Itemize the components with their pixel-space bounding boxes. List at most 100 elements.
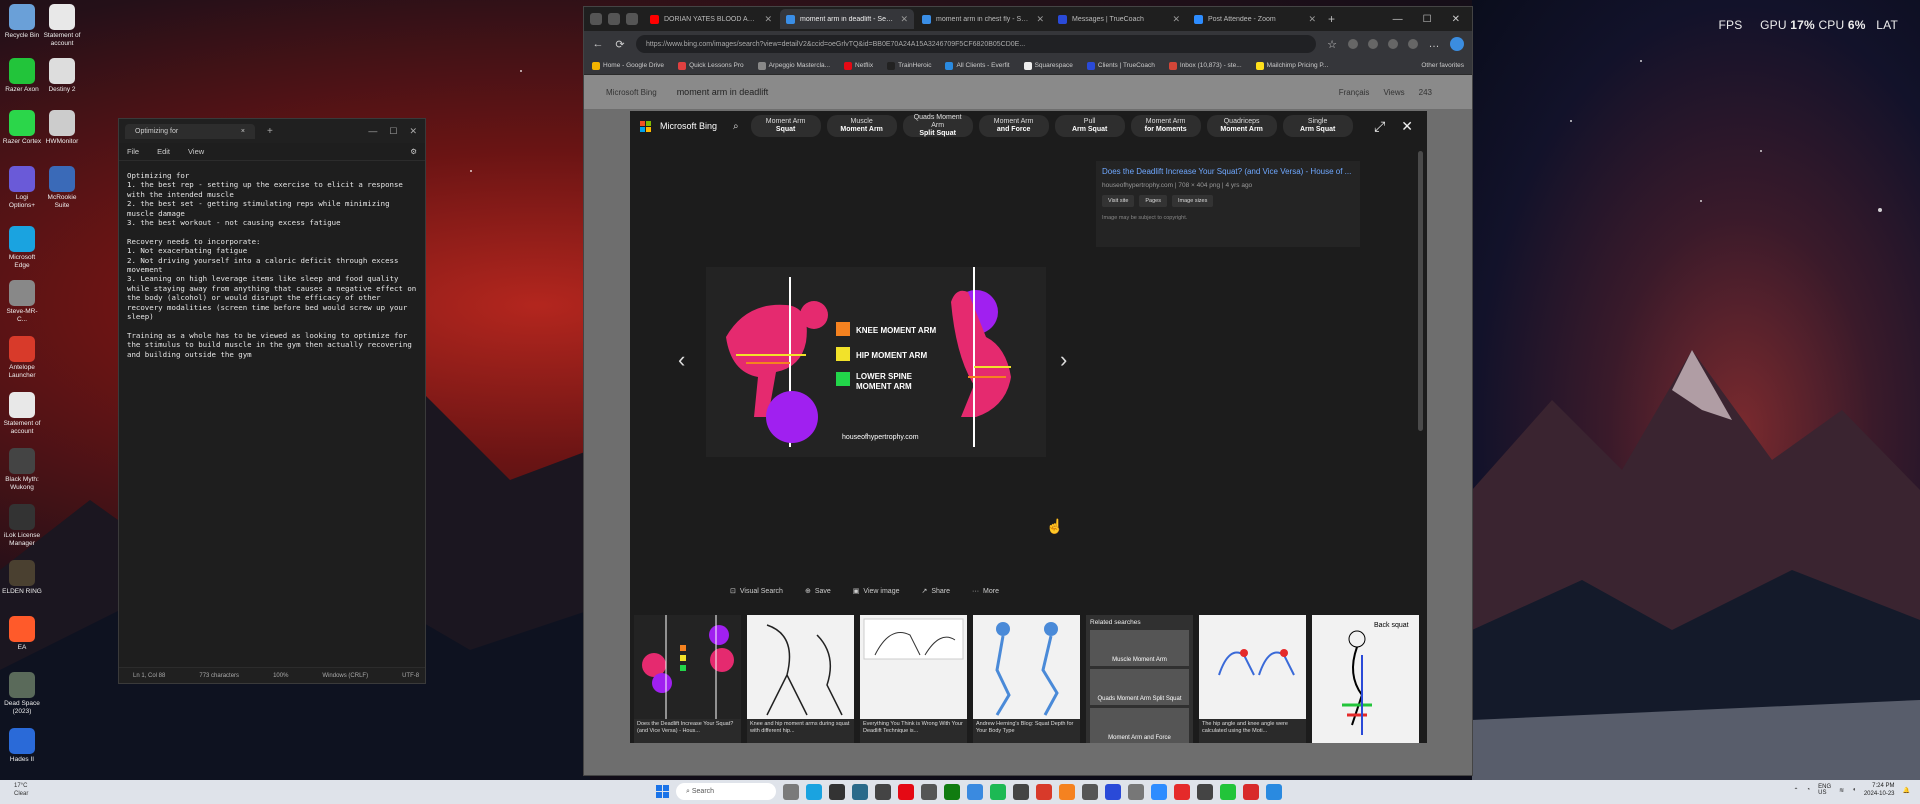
maximize-icon[interactable]: ☐ xyxy=(1423,14,1432,25)
notepad-titlebar[interactable]: Optimizing for × + — ☐ ✕ xyxy=(119,119,425,143)
notepad-tab[interactable]: Optimizing for × xyxy=(125,123,255,139)
zoom-taskbar-icon[interactable] xyxy=(1151,783,1167,800)
xbox-taskbar-icon[interactable] xyxy=(944,783,960,800)
close-modal-icon[interactable]: ✕ xyxy=(1401,118,1413,135)
related-search-item[interactable]: Moment Arm and Force xyxy=(1090,708,1189,743)
source-site[interactable]: houseofhypertrophy.com xyxy=(1102,182,1173,189)
desktop-icon[interactable]: Razer Axon xyxy=(2,58,42,94)
razer-taskbar-icon[interactable] xyxy=(1220,783,1236,800)
desktop-icon[interactable]: Black Myth: Wukong xyxy=(2,448,42,492)
bookmark-item[interactable]: Inbox (10,873) - ste... xyxy=(1168,61,1242,70)
bing-brand[interactable]: Microsoft Bing xyxy=(660,121,717,131)
bookmark-item[interactable]: Netflix xyxy=(844,61,873,70)
main-image[interactable]: KNEE MOMENT ARM HIP MOMENT ARM LOWER SPI… xyxy=(706,267,1046,457)
desktop-icon[interactable]: Antelope Launcher xyxy=(2,336,42,380)
thumbnail-squat-depth[interactable]: Andrew Herning's Blog: Squat Depth for Y… xyxy=(973,615,1080,743)
bookmark-item[interactable]: Clients | TrueCoach xyxy=(1086,61,1155,70)
browser-tab[interactable]: Messages | TrueCoach ✕ xyxy=(1052,9,1186,29)
menu-edit[interactable]: Edit xyxy=(157,147,170,156)
image-sizes-button[interactable]: Image sizes xyxy=(1172,195,1214,207)
minimize-icon[interactable]: — xyxy=(368,126,377,137)
tab-actions-icon[interactable] xyxy=(626,13,638,25)
bookmark-item[interactable]: Arpeggio Mastercla... xyxy=(757,61,830,70)
browser-tab[interactable]: moment arm in deadlift - Search ✕ xyxy=(780,9,914,29)
visual-search-button[interactable]: ⊡ Visual Search xyxy=(730,587,783,596)
bookmark-item[interactable]: Quick Lessons Pro xyxy=(678,61,744,70)
app-taskbar-icon[interactable] xyxy=(967,783,983,800)
bookmark-item[interactable]: All Clients - Everfit xyxy=(945,61,1010,70)
desktop-icon[interactable]: iLok License Manager xyxy=(2,504,42,548)
related-query-chip[interactable]: Moment Arm for Moments xyxy=(1130,115,1201,137)
previous-image-icon[interactable]: ‹ xyxy=(678,347,685,373)
desktop-icon[interactable]: Steve-MR-C... xyxy=(2,280,42,324)
close-tab-icon[interactable]: ✕ xyxy=(1172,14,1180,25)
related-query-chip[interactable]: Quadriceps Moment Arm xyxy=(1206,115,1277,137)
address-bar[interactable]: https://www.bing.com/images/search?view=… xyxy=(636,35,1316,53)
related-search-item[interactable]: Quads Moment Arm Split Squat xyxy=(1090,669,1189,705)
start-button[interactable] xyxy=(656,785,669,798)
close-tab-icon[interactable]: × xyxy=(241,128,245,135)
desktop-icon[interactable]: HWMonitor xyxy=(42,110,82,146)
app-taskbar-icon[interactable] xyxy=(1059,783,1075,800)
clock[interactable]: 7:24 PM 2024-10-23 xyxy=(1864,782,1895,798)
search-icon[interactable]: ⌕ xyxy=(733,121,739,132)
workspaces-icon[interactable] xyxy=(608,13,620,25)
extension-icon[interactable] xyxy=(1348,39,1358,49)
desktop-icon[interactable]: Microsoft Edge xyxy=(2,226,42,270)
close-icon[interactable]: ✕ xyxy=(409,126,417,137)
app-taskbar-icon[interactable] xyxy=(1128,783,1144,800)
favorites-icon[interactable] xyxy=(1388,39,1398,49)
app-taskbar-icon[interactable] xyxy=(875,783,891,800)
thumbnail-back-squat[interactable]: Back squat xyxy=(1312,615,1419,743)
desktop-icon[interactable]: ELDEN RING xyxy=(2,560,42,596)
view-image-button[interactable]: ▣ View image xyxy=(853,587,900,596)
share-button[interactable]: ↗ Share xyxy=(921,587,950,596)
desktop-icon[interactable]: Dead Space (2023) xyxy=(2,672,42,716)
desktop-icon[interactable]: McRookie Suite xyxy=(42,166,82,210)
desktop-icon[interactable]: Logi Options+ xyxy=(2,166,42,210)
minimize-icon[interactable]: — xyxy=(1393,14,1403,25)
related-search-item[interactable]: Muscle Moment Arm xyxy=(1090,630,1189,666)
desktop-icon[interactable]: Statement of account xyxy=(42,4,82,48)
volume-icon[interactable]: ◖ xyxy=(1852,787,1856,793)
back-icon[interactable]: ← xyxy=(592,38,604,50)
pages-button[interactable]: Pages xyxy=(1139,195,1167,207)
app-taskbar-icon[interactable] xyxy=(1082,783,1098,800)
expand-icon[interactable]: ⤢ xyxy=(1374,118,1385,135)
bookmark-item[interactable]: Mailchimp Pricing P... xyxy=(1255,61,1328,70)
close-tab-icon[interactable]: ✕ xyxy=(900,14,908,25)
more-menu-icon[interactable]: … xyxy=(1428,38,1440,50)
bookmark-other-favorites[interactable]: Other favorites xyxy=(1421,62,1472,69)
desktop-icon[interactable]: Hades II xyxy=(2,728,42,764)
language-indicator[interactable]: ENG US xyxy=(1818,784,1831,796)
profile-icon[interactable] xyxy=(590,13,602,25)
wifi-icon[interactable]: ≋ xyxy=(1839,787,1844,794)
visit-site-button[interactable]: Visit site xyxy=(1102,195,1135,207)
close-tab-icon[interactable]: ✕ xyxy=(764,14,772,25)
bookmark-item[interactable]: Home - Google Drive xyxy=(592,61,664,70)
app-taskbar-icon[interactable] xyxy=(1174,783,1190,800)
related-query-chip[interactable]: Single Arm Squat xyxy=(1282,115,1353,137)
close-icon[interactable]: ✕ xyxy=(1452,14,1460,25)
spotify-taskbar-icon[interactable] xyxy=(990,783,1006,800)
image-source-title[interactable]: Does the Deadlift Increase Your Squat? (… xyxy=(1102,167,1354,177)
close-tab-icon[interactable]: ✕ xyxy=(1308,14,1316,25)
thumbnail-hip-knee-angle[interactable]: The hip angle and knee angle were calcul… xyxy=(1199,615,1306,743)
related-query-chip[interactable]: Moment Arm and Force xyxy=(978,115,1049,137)
app-taskbar-icon[interactable] xyxy=(852,783,868,800)
maximize-icon[interactable]: ☐ xyxy=(389,126,397,137)
related-query-chip[interactable]: Muscle Moment Arm xyxy=(826,115,897,137)
more-button[interactable]: ··· More xyxy=(972,587,999,595)
notification-icon[interactable]: 🔔 xyxy=(1903,787,1910,794)
desktop-icon[interactable]: EA xyxy=(2,616,42,652)
save-button[interactable]: ⊕ Save xyxy=(805,587,831,596)
app-taskbar-icon[interactable] xyxy=(1036,783,1052,800)
app-taskbar-icon[interactable] xyxy=(1243,783,1259,800)
edge-taskbar-icon[interactable] xyxy=(806,783,822,800)
favorite-star-icon[interactable]: ☆ xyxy=(1326,38,1338,51)
menu-view[interactable]: View xyxy=(188,147,204,156)
notepad-taskbar-icon[interactable] xyxy=(1266,783,1282,800)
thumbnail-deadlift-squat[interactable]: Does the Deadlift Increase Your Squat? (… xyxy=(634,615,741,743)
browser-tab[interactable]: moment arm in chest fly - Search ✕ xyxy=(916,9,1050,29)
app-taskbar-icon[interactable] xyxy=(1013,783,1029,800)
